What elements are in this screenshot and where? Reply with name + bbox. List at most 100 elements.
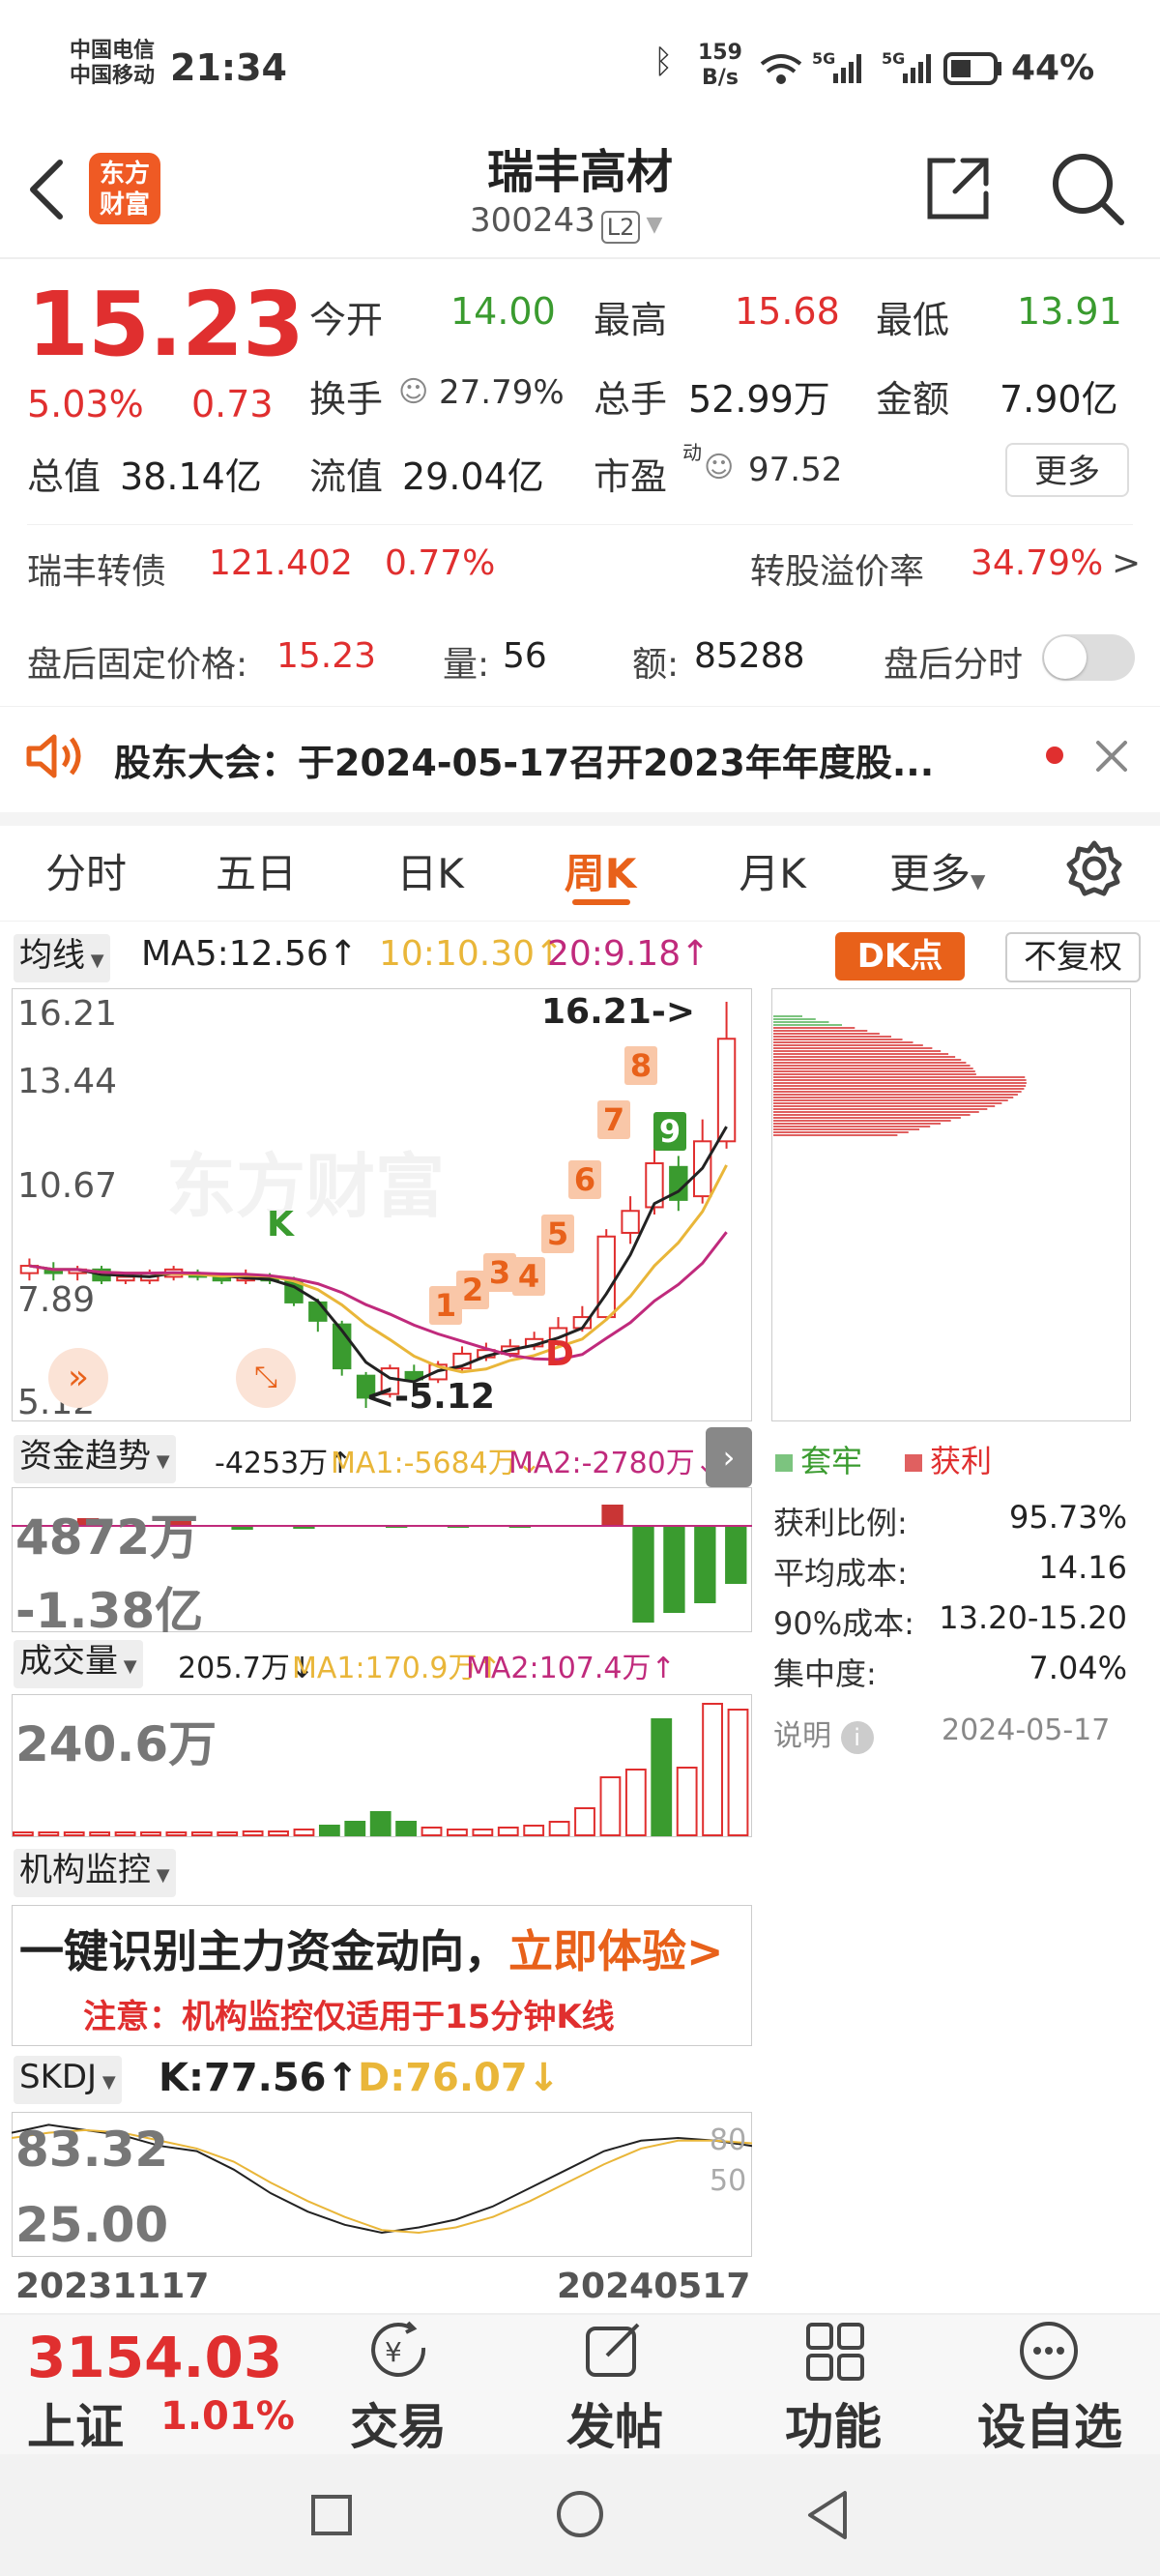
info-icon-turnover[interactable]: ☺ — [398, 375, 428, 409]
banner-note: 注意：机构监控仅适用于15分钟K线 — [83, 1998, 615, 2036]
turnover-val: 27.79% — [439, 373, 565, 412]
ma10-value: 10:10.30↑ — [379, 934, 565, 974]
seq-5: 5 — [541, 1215, 574, 1253]
search-button[interactable] — [1050, 151, 1127, 228]
ma20-value: 20:9.18↑ — [547, 934, 710, 974]
notice-dot — [1046, 746, 1063, 764]
bond-price: 121.402 — [209, 543, 353, 583]
logo-line-1: 东方 — [99, 160, 150, 189]
skdj-y-top: 83.32 — [15, 2122, 169, 2178]
status-time: 21:34 — [170, 46, 287, 89]
dk-point-button[interactable]: DK点 — [835, 932, 965, 981]
volume-ma1-text: MA1:170.9万 — [292, 1652, 478, 1685]
expand-right-button[interactable]: › — [706, 1427, 752, 1487]
high-label: 最高 — [594, 299, 668, 341]
index-value[interactable]: 3154.03 — [27, 2325, 282, 2390]
volume-val: 52.99万 — [688, 378, 830, 421]
change-amt: 0.73 — [191, 383, 274, 425]
explain-link[interactable]: 说明 i — [773, 1712, 874, 1754]
low-label: 最低 — [876, 299, 950, 341]
legend-profit-swatch — [905, 1454, 922, 1472]
tab-rik[interactable]: 日K — [358, 841, 503, 900]
inst-selector-label: 机构监控 — [19, 1851, 151, 1889]
seq-3: 3 — [483, 1253, 516, 1292]
fund-selector[interactable]: 资金趋势 ▼ — [14, 1435, 176, 1483]
premium-label: 转股溢价率 — [750, 552, 925, 592]
explain-label: 说明 — [773, 1719, 831, 1753]
chevron-down-icon: ▼ — [646, 213, 663, 237]
legend-trapped: 套牢 — [775, 1437, 862, 1481]
trade-button[interactable]: 交易 — [321, 2388, 476, 2458]
chevron-down-icon: ▼ — [151, 1451, 170, 1472]
tab-wuri[interactable]: 五日 — [184, 841, 329, 900]
after-hours-toggle[interactable] — [1042, 634, 1135, 681]
fund-ma2: MA2:-2780万↓ — [508, 1439, 719, 1481]
skdj-selector[interactable]: SKDJ ▼ — [14, 2056, 122, 2104]
chevron-down-icon: ▼ — [97, 2072, 116, 2093]
close-notice-button[interactable] — [1094, 739, 1129, 774]
back-button[interactable] — [25, 155, 68, 224]
concentration-val: 7.04% — [1029, 1650, 1127, 1686]
after-hours-amt-label: 额: — [632, 645, 680, 685]
chevron-down-icon: ▼ — [118, 1656, 137, 1677]
speaker-icon — [26, 734, 81, 778]
expand-left-button[interactable]: » — [48, 1348, 108, 1408]
share-button[interactable] — [924, 155, 992, 222]
net-speed-unit: B/s — [702, 66, 739, 90]
notice-text[interactable]: 股东大会：于2024-05-17召开2023年年度股... — [114, 733, 1003, 786]
legend-trapped-label: 套牢 — [800, 1443, 863, 1479]
kline-y-4: 7.89 — [17, 1280, 96, 1320]
legend-profit-label: 获利 — [930, 1443, 993, 1479]
fullscreen-button[interactable]: ⤡ — [236, 1348, 296, 1408]
kline-y-2: 13.44 — [17, 1062, 118, 1101]
ma5-text: MA5:12.56 — [141, 934, 329, 974]
after-hours-amt: 85288 — [694, 636, 805, 676]
watchlist-icon — [1020, 2322, 1078, 2380]
tab-fenshi[interactable]: 分时 — [14, 841, 159, 900]
stock-code-row[interactable]: 300243 L2 ▼ — [470, 201, 662, 244]
app-logo[interactable]: 东方 财富 — [89, 153, 160, 224]
chip-chart — [773, 1015, 1027, 1136]
bond-pct: 0.77% — [385, 543, 496, 583]
dk-label: DK点 — [856, 937, 943, 976]
info-icon-pe[interactable]: ☺ — [704, 451, 734, 484]
bond-name[interactable]: 瑞丰转债 — [27, 543, 166, 594]
wifi-icon — [760, 54, 802, 84]
more-button[interactable]: 更多 — [1005, 443, 1129, 497]
chevron-down-icon: ▼ — [85, 951, 104, 971]
function-icon — [806, 2323, 864, 2381]
no-adjust-button[interactable]: 不复权 — [1005, 932, 1141, 982]
ma-selector[interactable]: 均线 ▼ — [14, 934, 110, 982]
watchlist-button[interactable]: 设自选 — [972, 2388, 1127, 2458]
premium-arrow[interactable]: > — [1112, 543, 1141, 583]
k-marker: K — [267, 1205, 294, 1244]
volume-ma2: MA2:107.4万↑ — [466, 1652, 676, 1685]
banner-cta[interactable]: 立即体验> — [508, 1925, 724, 1977]
battery-percent: 44% — [1011, 48, 1095, 88]
chart-watermark: 东方财富 — [166, 1146, 445, 1227]
home-button[interactable] — [557, 2491, 603, 2537]
banner-main-text: 一键识别主力资金动向， — [19, 1925, 508, 1977]
recent-apps-button[interactable] — [311, 2495, 352, 2535]
back-nav-button[interactable] — [804, 2489, 851, 2541]
chevron-down-icon: ▼ — [151, 1865, 170, 1886]
change-pct: 5.03% — [27, 383, 144, 425]
settings-button[interactable] — [1065, 839, 1123, 897]
tab-zhouk[interactable]: 周K — [528, 841, 673, 900]
tab-active-indicator — [572, 899, 630, 905]
float-val: 29.04亿 — [402, 455, 544, 498]
volume-selector[interactable]: 成交量 ▼ — [14, 1640, 143, 1688]
skdj-ref-50: 50 — [710, 2164, 747, 2198]
volume-ma2-text: MA2:107.4万 — [466, 1652, 652, 1685]
low-marker: <-5.12 — [365, 1377, 495, 1417]
post-button[interactable]: 发帖 — [537, 2388, 692, 2458]
date-start: 20231117 — [15, 2267, 210, 2306]
tab-yuek[interactable]: 月K — [700, 841, 845, 900]
trade-icon: ¥ — [371, 2321, 426, 2377]
inst-selector[interactable]: 机构监控 ▼ — [14, 1849, 176, 1897]
search-icon — [1053, 154, 1124, 225]
function-button[interactable]: 功能 — [756, 2388, 911, 2458]
tab-more[interactable]: 更多▼ — [889, 841, 985, 900]
logo-line-2: 财富 — [99, 190, 150, 220]
ma10-text: 10:10.30 — [379, 934, 535, 974]
